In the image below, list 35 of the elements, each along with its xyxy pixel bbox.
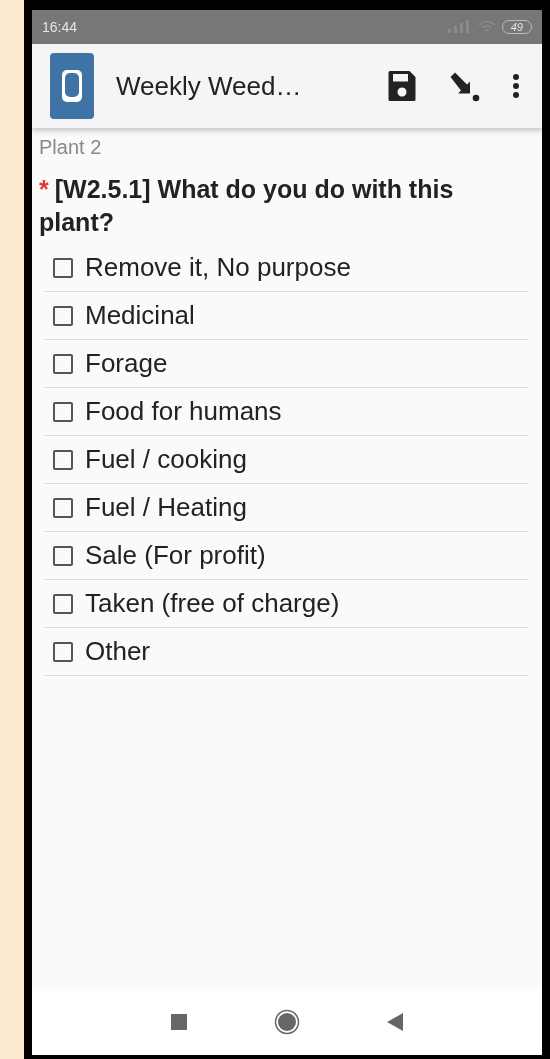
option-label: Fuel / Heating [85, 492, 247, 523]
option-label: Food for humans [85, 396, 282, 427]
checkbox[interactable] [53, 545, 73, 566]
checkbox[interactable] [53, 449, 73, 470]
toolbar-title: Weekly Weed… [116, 70, 303, 102]
option-label: Forage [85, 348, 168, 379]
option-row[interactable]: Medicinal [45, 292, 529, 340]
app-logo-icon[interactable] [50, 53, 94, 119]
option-row[interactable]: Fuel / cooking [45, 436, 529, 484]
home-icon[interactable] [274, 1009, 300, 1035]
option-row[interactable]: Sale (For profit) [45, 532, 529, 580]
option-row[interactable]: Remove it, No purpose [45, 244, 529, 292]
option-row[interactable]: Taken (free of charge) [45, 580, 529, 628]
option-row[interactable]: Fuel / Heating [45, 484, 529, 532]
checkbox[interactable] [53, 593, 73, 614]
checkbox[interactable] [53, 497, 73, 518]
recent-apps-icon[interactable] [170, 1013, 188, 1031]
option-row[interactable]: Other [45, 628, 529, 676]
status-time: 16:44 [42, 19, 78, 35]
option-row[interactable]: Forage [45, 340, 529, 388]
option-label: Remove it, No purpose [85, 252, 351, 283]
checkbox[interactable] [53, 641, 73, 662]
option-label: Other [85, 636, 151, 667]
checkbox[interactable] [53, 257, 73, 278]
checkbox[interactable] [53, 401, 73, 422]
option-row[interactable]: Food for humans [45, 388, 529, 436]
option-label: Taken (free of charge) [85, 588, 340, 619]
checkbox[interactable] [53, 353, 73, 374]
group-label: Plant 2 [39, 136, 103, 159]
option-label: Medicinal [85, 300, 195, 331]
checkbox[interactable] [53, 305, 73, 326]
question-text: * [W2.5.1] What do you do with this plant? [39, 174, 455, 238]
back-icon[interactable] [386, 1012, 404, 1032]
option-label: Sale (For profit) [85, 540, 266, 571]
option-label: Fuel / cooking [85, 444, 247, 475]
